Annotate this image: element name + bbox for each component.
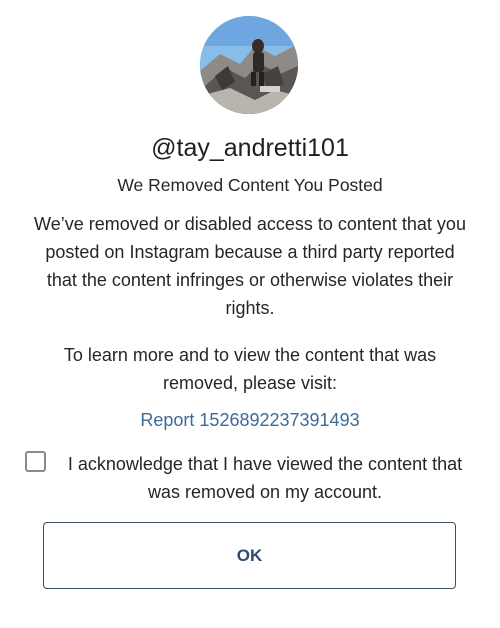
acknowledge-label: I acknowledge that I have viewed the con… [67,454,463,502]
acknowledge-checkbox[interactable] [25,451,46,472]
notice-paragraph: We’ve removed or disabled access to cont… [34,214,466,318]
notice-title: We Removed Content You Posted [117,175,383,195]
learn-more-paragraph: To learn more and to view the content th… [63,345,437,393]
username: @tay_andretti101 [151,134,349,162]
ok-button[interactable]: OK [43,522,456,589]
profile-photo-icon [200,16,298,114]
ok-button-label: OK [236,545,263,565]
report-link[interactable]: Report 1526892237391493 [0,406,500,434]
